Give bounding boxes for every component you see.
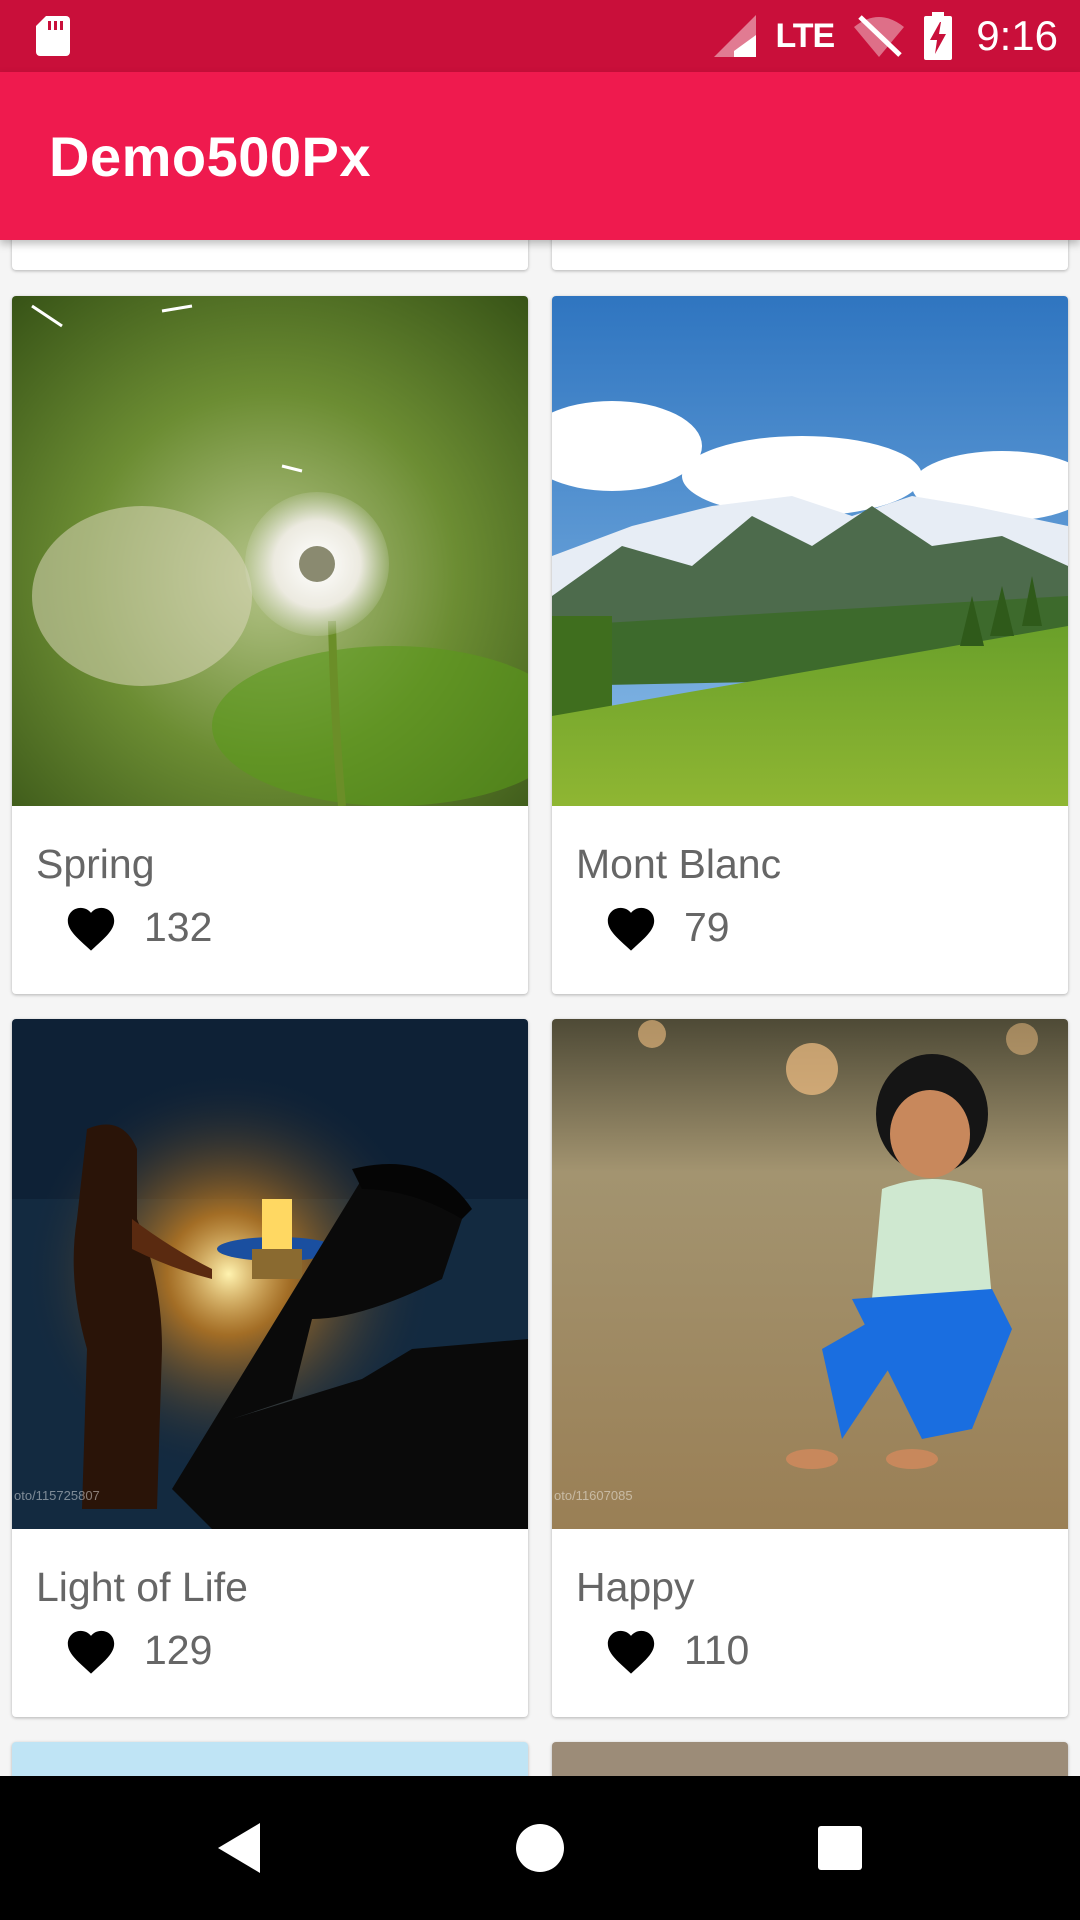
network-type: LTE — [775, 16, 836, 55]
photo-card[interactable]: Spring 132 — [12, 296, 528, 994]
navigation-bar — [0, 1776, 1080, 1920]
like-count: 79 — [684, 904, 730, 950]
like-count: 110 — [684, 1627, 750, 1673]
photo-card[interactable]: oto/11607085 Happy 110 — [552, 1019, 1068, 1717]
sd-card-icon — [36, 16, 70, 56]
status-time: 9:16 — [976, 12, 1058, 59]
wifi-off-icon — [854, 15, 905, 57]
photo-image[interactable] — [12, 296, 528, 806]
photo-title: Mont Blanc — [576, 841, 782, 887]
recents-icon — [818, 1826, 862, 1870]
heart-icon[interactable] — [604, 902, 658, 952]
heart-icon[interactable] — [604, 1625, 658, 1675]
heart-icon[interactable] — [64, 1625, 118, 1675]
photo-card[interactable]: oto/115725807 Light of Life 129 — [12, 1019, 528, 1717]
app-title: Demo500Px — [49, 125, 372, 188]
back-button[interactable] — [180, 1776, 300, 1920]
photo-image[interactable]: oto/115725807 — [12, 1019, 528, 1529]
signal-icon — [713, 15, 756, 57]
recents-button[interactable] — [780, 1776, 900, 1920]
status-bar: LTE 9:16 — [0, 0, 1080, 72]
home-icon — [516, 1824, 564, 1872]
app-bar: Demo500Px — [0, 72, 1080, 240]
back-icon — [218, 1823, 260, 1873]
home-button[interactable] — [480, 1776, 600, 1920]
battery-charging-icon — [924, 12, 953, 60]
photo-title: Light of Life — [36, 1564, 248, 1610]
like-count: 129 — [144, 1627, 213, 1673]
photo-card[interactable]: Mont Blanc 79 — [552, 296, 1068, 994]
photo-watermark: oto/115725807 — [14, 1488, 100, 1503]
like-count: 132 — [144, 904, 213, 950]
photo-image[interactable] — [552, 296, 1068, 806]
photo-image[interactable]: oto/11607085 — [552, 1019, 1068, 1529]
photo-title: Spring — [36, 841, 155, 887]
heart-icon[interactable] — [64, 902, 118, 952]
photo-title: Happy — [576, 1564, 695, 1610]
photo-watermark: oto/11607085 — [554, 1488, 633, 1503]
